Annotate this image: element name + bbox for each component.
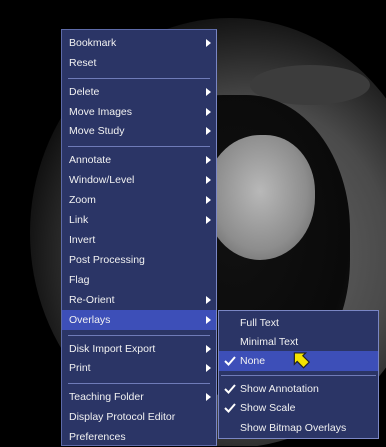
menu-item-label: Window/Level [69, 174, 135, 186]
menu-separator [68, 146, 210, 147]
submenu-arrow-icon [206, 156, 211, 164]
submenu-item-label: Show Bitmap Overlays [240, 422, 347, 434]
checkmark-icon [224, 356, 236, 366]
submenu-arrow-icon [206, 127, 211, 135]
menu-item-post-processing[interactable]: Post Processing [62, 250, 216, 270]
menu-item-label: Link [69, 214, 89, 226]
menu-separator [221, 375, 376, 376]
arrow-cursor-icon [293, 352, 311, 369]
menu-item-link[interactable]: Link [62, 210, 216, 230]
menu-item-flag[interactable]: Flag [62, 270, 216, 290]
menu-item-delete[interactable]: Delete [62, 82, 216, 102]
submenu-item-full-text[interactable]: Full Text [219, 313, 378, 333]
submenu-item-label: Full Text [240, 317, 279, 329]
menu-item-label: Re-Orient [69, 294, 115, 306]
menu-item-label: Print [69, 362, 91, 374]
menu-item-label: Preferences [69, 431, 126, 443]
menu-item-label: Zoom [69, 194, 96, 206]
submenu-arrow-icon [206, 88, 211, 96]
submenu-arrow-icon [206, 316, 211, 324]
menu-item-overlays[interactable]: Overlays [62, 310, 216, 330]
overlays-submenu: Full Text Minimal Text None Show Annotat… [218, 310, 379, 439]
submenu-item-label: Show Scale [240, 402, 296, 414]
submenu-arrow-icon [206, 39, 211, 47]
menu-item-invert[interactable]: Invert [62, 230, 216, 250]
checkmark-icon [224, 384, 236, 394]
menu-item-label: Move Images [69, 106, 133, 118]
submenu-item-show-scale[interactable]: Show Scale [219, 398, 378, 418]
menu-item-bookmark[interactable]: Bookmark [62, 33, 216, 53]
submenu-item-label: Minimal Text [240, 336, 299, 348]
submenu-arrow-icon [206, 393, 211, 401]
submenu-arrow-icon [206, 176, 211, 184]
menu-item-label: Overlays [69, 314, 111, 326]
menu-item-label: Reset [69, 57, 97, 69]
submenu-item-label: Show Annotation [240, 383, 319, 395]
submenu-item-show-annotation[interactable]: Show Annotation [219, 379, 378, 399]
submenu-item-show-bitmap-overlays[interactable]: Show Bitmap Overlays [219, 418, 378, 438]
ct-heart [205, 135, 315, 260]
menu-separator [68, 78, 210, 79]
submenu-arrow-icon [206, 196, 211, 204]
menu-separator [68, 383, 210, 384]
menu-item-window-level[interactable]: Window/Level [62, 170, 216, 190]
menu-item-label: Bookmark [69, 37, 117, 49]
menu-item-label: Disk Import Export [69, 343, 156, 355]
menu-item-label: Delete [69, 86, 100, 98]
menu-item-label: Post Processing [69, 254, 145, 266]
menu-item-reset[interactable]: Reset [62, 53, 216, 73]
menu-item-move-images[interactable]: Move Images [62, 102, 216, 122]
submenu-item-label: None [240, 355, 266, 367]
submenu-arrow-icon [206, 108, 211, 116]
menu-item-label: Display Protocol Editor [69, 411, 176, 423]
submenu-arrow-icon [206, 364, 211, 372]
menu-item-label: Invert [69, 234, 96, 246]
submenu-arrow-icon [206, 345, 211, 353]
menu-separator [68, 335, 210, 336]
submenu-arrow-icon [206, 216, 211, 224]
menu-item-disk-import-export[interactable]: Disk Import Export [62, 339, 216, 359]
menu-item-label: Move Study [69, 125, 125, 137]
context-menu: Bookmark Reset Delete Move Images Move S… [61, 29, 217, 446]
menu-item-teaching-folder[interactable]: Teaching Folder [62, 387, 216, 407]
menu-item-label: Flag [69, 274, 90, 286]
checkmark-icon [224, 403, 236, 413]
menu-item-label: Annotate [69, 154, 112, 166]
submenu-arrow-icon [206, 296, 211, 304]
menu-item-preferences[interactable]: Preferences [62, 427, 216, 447]
menu-item-annotate[interactable]: Annotate [62, 150, 216, 170]
menu-item-re-orient[interactable]: Re-Orient [62, 290, 216, 310]
menu-item-display-protocol-editor[interactable]: Display Protocol Editor [62, 407, 216, 427]
menu-item-label: Teaching Folder [69, 391, 144, 403]
menu-item-move-study[interactable]: Move Study [62, 121, 216, 141]
menu-item-print[interactable]: Print [62, 358, 216, 378]
menu-item-zoom[interactable]: Zoom [62, 190, 216, 210]
